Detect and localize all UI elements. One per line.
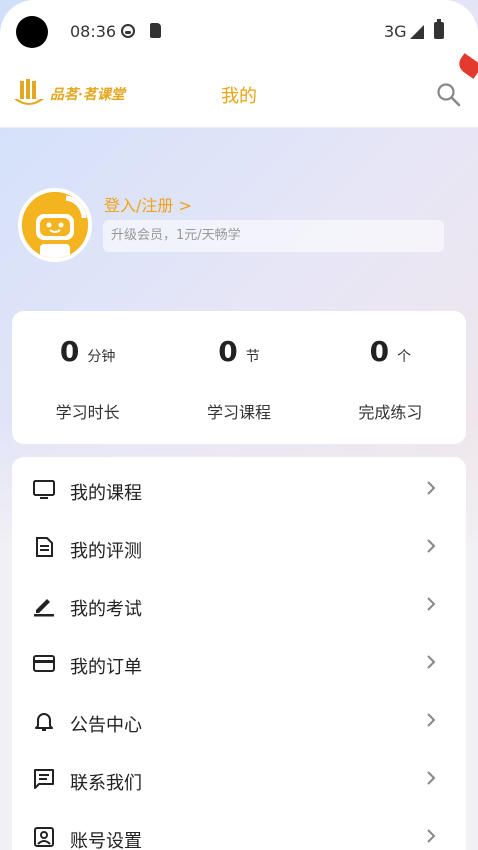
notification-icon (121, 24, 135, 38)
menu-item-account-settings[interactable]: 账号设置 (12, 807, 466, 850)
menu-label: 我的订单 (70, 657, 142, 678)
robot-avatar-icon (22, 192, 88, 258)
chat-icon (34, 769, 54, 789)
membership-upgrade-banner[interactable]: 升级会员，1元/天畅学 (103, 220, 444, 252)
stats-card: 0 分钟 学习时长 0节 学习课程 0个 完成练习 (12, 311, 466, 444)
app-screen: 08:36 3G 品茗·茗课堂 我的 登入/注册 > 升级会员，1元/天畅学 0… (0, 0, 478, 850)
pencil-icon (34, 599, 54, 617)
chevron-right-icon (427, 655, 436, 669)
network-type: 3G (384, 22, 407, 41)
menu-label: 公告中心 (70, 715, 142, 736)
chevron-right-icon (427, 771, 436, 785)
profile-section: 登入/注册 > 升级会员，1元/天畅学 (0, 128, 478, 308)
stat-unit: 个 (397, 349, 412, 365)
menu-item-announcements[interactable]: 公告中心 (12, 691, 466, 749)
sim-card-icon (150, 23, 161, 38)
menu-item-my-courses[interactable]: 我的课程 (12, 459, 466, 517)
menu-label: 账号设置 (70, 831, 142, 850)
search-icon[interactable] (436, 82, 462, 108)
menu-list: 我的课程 我的评测 我的考试 我的订单 公告中心 联系我们 账号设置 (12, 457, 466, 850)
camera-cutout (16, 16, 48, 48)
account-box-icon (34, 827, 54, 847)
tv-icon (33, 480, 55, 499)
credit-card-icon (33, 655, 55, 672)
stat-value: 0 (218, 335, 238, 368)
chevron-right-icon (427, 829, 436, 843)
stat-value: 0 (369, 335, 390, 368)
stat-study-time[interactable]: 0 分钟 学习时长 (12, 311, 163, 444)
menu-item-my-assessments[interactable]: 我的评测 (12, 517, 466, 575)
stat-exercises[interactable]: 0个 完成练习 (315, 311, 466, 444)
stat-unit: 节 (245, 349, 260, 365)
chevron-right-icon (427, 597, 436, 611)
page-title: 我的 (221, 86, 257, 107)
stat-value: 0 (59, 335, 80, 368)
battery-icon (434, 19, 444, 39)
menu-item-contact-us[interactable]: 联系我们 (12, 749, 466, 807)
menu-item-my-exams[interactable]: 我的考试 (12, 575, 466, 633)
menu-label: 我的课程 (70, 483, 142, 504)
app-header: 品茗·茗课堂 我的 (0, 62, 478, 128)
menu-label: 我的评测 (70, 541, 142, 562)
status-time: 08:36 (70, 22, 117, 41)
document-icon (36, 537, 53, 557)
menu-label: 我的考试 (70, 599, 142, 620)
avatar[interactable] (18, 188, 92, 262)
menu-item-my-orders[interactable]: 我的订单 (12, 633, 466, 691)
bell-icon (35, 713, 53, 731)
chevron-right-icon (427, 481, 436, 495)
stat-courses[interactable]: 0节 学习课程 (163, 311, 314, 444)
stat-label: 学习课程 (206, 403, 271, 422)
stat-label: 完成练习 (358, 403, 423, 422)
signal-icon (410, 25, 424, 39)
stat-unit: 分钟 (87, 349, 116, 365)
chevron-right-icon (427, 539, 436, 553)
login-register-link[interactable]: 登入/注册 > (104, 192, 192, 216)
chevron-right-icon (427, 713, 436, 727)
menu-label: 联系我们 (70, 773, 142, 794)
stat-label: 学习时长 (55, 403, 120, 422)
status-bar: 08:36 3G (0, 0, 478, 62)
